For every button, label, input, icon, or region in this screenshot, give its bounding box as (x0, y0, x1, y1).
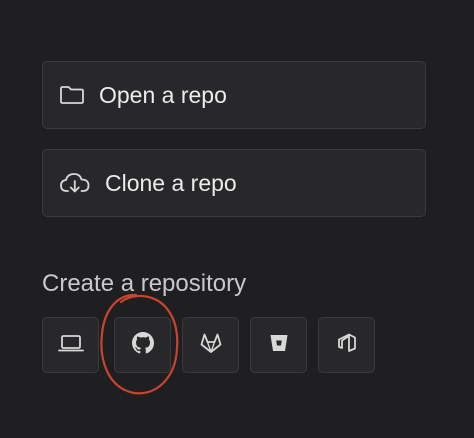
create-repository-heading: Create a repository (42, 270, 247, 297)
folder-icon (59, 85, 85, 105)
clone-repo-label: Clone a repo (105, 170, 237, 196)
gitlab-icon (199, 332, 223, 359)
create-local-repo-button[interactable] (42, 317, 99, 373)
open-repo-button[interactable]: Open a repo (42, 61, 426, 129)
laptop-icon (57, 332, 85, 359)
create-bitbucket-repo-button[interactable] (250, 317, 307, 373)
create-azure-devops-repo-button[interactable] (318, 317, 375, 373)
azure-devops-icon (336, 332, 358, 359)
create-gitlab-repo-button[interactable] (182, 317, 239, 373)
open-repo-label: Open a repo (99, 82, 227, 108)
github-icon (131, 331, 154, 359)
bitbucket-icon (268, 332, 290, 359)
clone-repo-button[interactable]: Clone a repo (42, 149, 426, 217)
create-github-repo-button[interactable] (114, 317, 171, 373)
cloud-download-icon (59, 171, 91, 195)
